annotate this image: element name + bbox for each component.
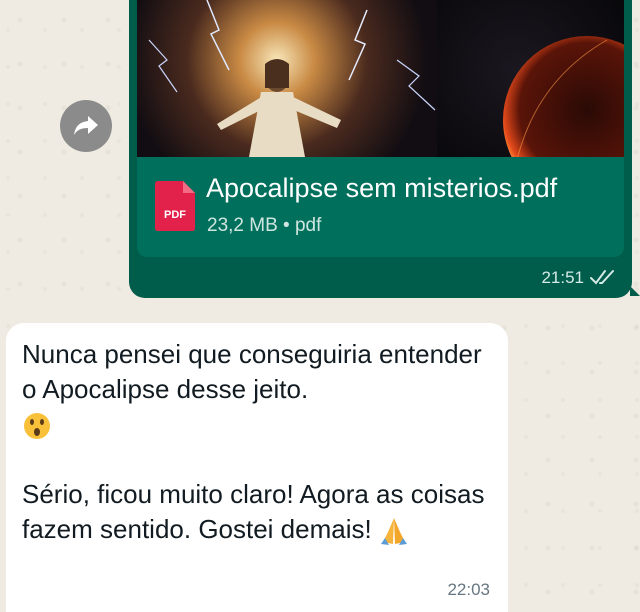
document-file-type: pdf [294, 215, 322, 236]
message-paragraph-1: Nunca pensei que conseguiria entender o … [22, 339, 482, 404]
astonished-face-emoji [24, 413, 50, 440]
pdf-icon-label: PDF [164, 209, 186, 221]
incoming-message-bubble: Nunca pensei que conseguiria entender o … [6, 323, 508, 612]
folded-hands-emoji [380, 518, 407, 546]
outgoing-message-bubble: PDF Apocalipse sem misterios.pdf 23,2 MB… [129, 0, 640, 298]
document-info[interactable]: PDF Apocalipse sem misterios.pdf 23,2 MB… [137, 157, 624, 257]
document-file-name: Apocalipse sem misterios.pdf [206, 173, 558, 203]
pdf-file-icon: PDF [155, 181, 195, 231]
incoming-message-text: Nunca pensei que conseguiria entender o … [22, 337, 502, 547]
document-meta: 23,2 MB • pdf [207, 215, 321, 237]
document-preview-image[interactable] [137, 0, 624, 157]
outgoing-message-time: 21:51 [541, 268, 584, 287]
meta-separator: • [283, 215, 290, 236]
bubble-tail [630, 286, 640, 296]
double-check-read-icon [590, 270, 614, 285]
forward-arrow-icon [74, 116, 98, 135]
message-paragraph-2: Sério, ficou muito claro! Agora as coisa… [22, 479, 485, 544]
incoming-message-time: 22:03 [447, 580, 490, 599]
document-file-size: 23,2 MB [207, 215, 278, 236]
forward-button[interactable] [60, 100, 112, 152]
